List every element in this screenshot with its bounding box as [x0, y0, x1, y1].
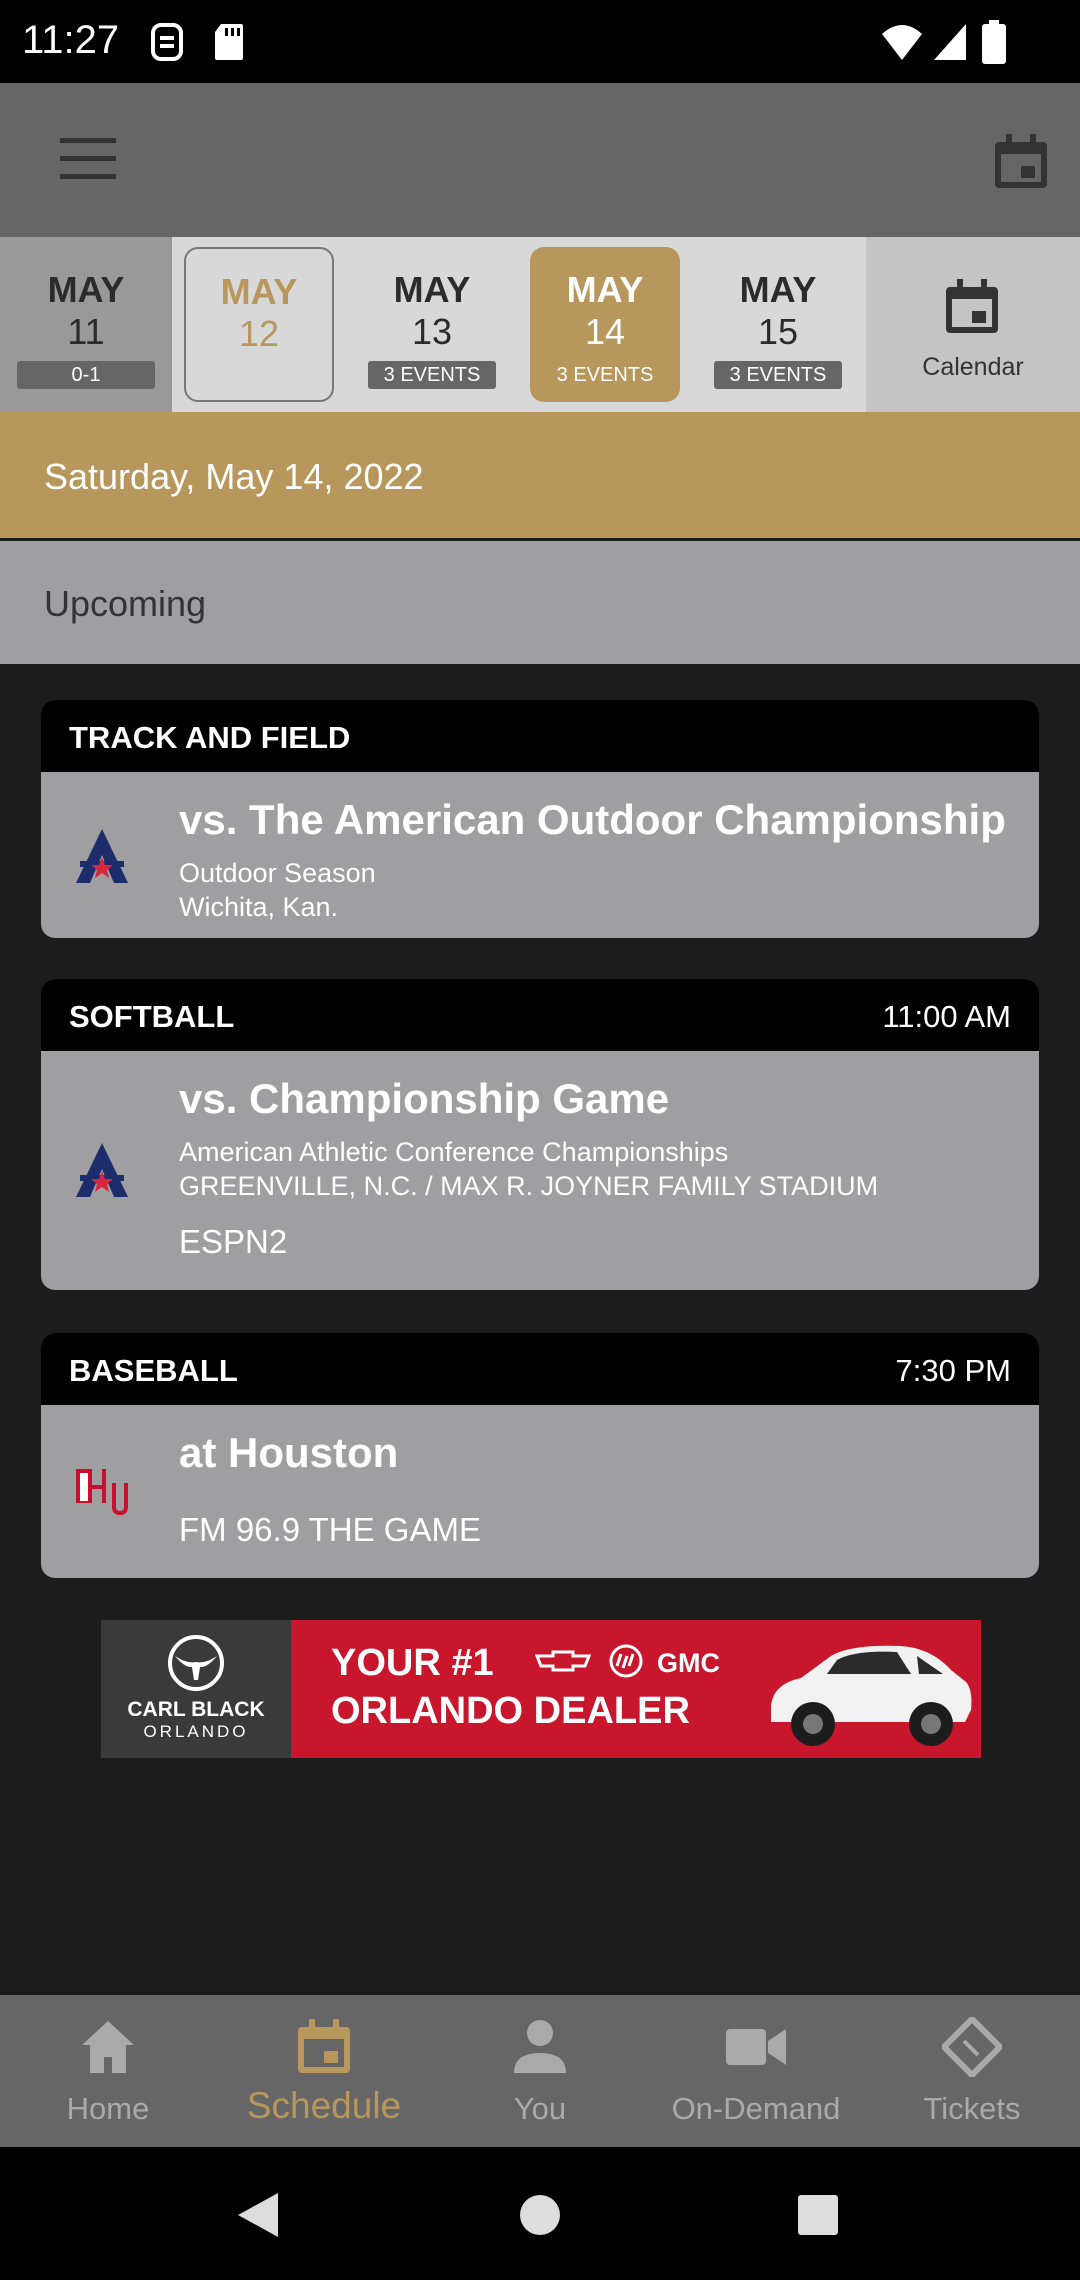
- date-tab-may-14[interactable]: MAY 14 3 EVENTS: [530, 247, 680, 402]
- nav-tickets[interactable]: Tickets: [864, 1995, 1080, 2147]
- event-card-header: SOFTBALL 11:00 AM: [41, 979, 1039, 1051]
- event-sport: TRACK AND FIELD: [69, 720, 351, 755]
- event-card-body: vs. The American Outdoor Championship Ou…: [41, 772, 1039, 938]
- calendar-button-label: Calendar: [922, 353, 1024, 381]
- event-location: Wichita, Kan.: [179, 892, 339, 922]
- ad-brand-line2: ORLANDO: [143, 1722, 249, 1741]
- person-icon: [514, 2020, 566, 2073]
- event-card-track[interactable]: TRACK AND FIELD vs. The American Outdoor…: [41, 700, 1039, 938]
- date-heading: Saturday, May 14, 2022: [0, 412, 1080, 540]
- event-sport: SOFTBALL: [69, 999, 235, 1034]
- event-title: vs. The American Outdoor Championship: [179, 796, 1006, 843]
- event-subtitle: Outdoor Season: [179, 858, 376, 888]
- bottom-nav: Home Schedule You On-Demand Tickets: [0, 1995, 1080, 2147]
- buick-logo-icon: [609, 1644, 643, 1678]
- date-tab-badge: 3 EVENTS: [368, 361, 496, 389]
- video-icon: [726, 2029, 786, 2065]
- recents-icon[interactable]: [798, 2195, 838, 2235]
- event-title: vs. Championship Game: [179, 1075, 670, 1122]
- nav-label: Tickets: [923, 2091, 1021, 2126]
- battery-icon: [982, 20, 1006, 64]
- date-tab-may-11[interactable]: MAY 11 0-1: [11, 247, 161, 402]
- event-card-softball[interactable]: SOFTBALL 11:00 AM vs. Championship Game …: [41, 979, 1039, 1290]
- date-tab-day: 13: [411, 311, 453, 352]
- date-heading-text: Saturday, May 14, 2022: [44, 456, 424, 497]
- date-tab-month: MAY: [739, 269, 817, 310]
- chevrolet-logo-icon: [535, 1650, 591, 1672]
- nav-label: Home: [66, 2091, 150, 2126]
- event-time: 7:30 PM: [895, 1353, 1011, 1388]
- nav-home[interactable]: Home: [0, 1995, 216, 2147]
- event-location: GREENVILLE, N.C. / MAX R. JOYNER FAMILY …: [179, 1171, 879, 1201]
- date-tab-month: MAY: [47, 269, 125, 310]
- date-tab-month: MAY: [220, 271, 298, 312]
- date-tab-day: 14: [584, 311, 626, 352]
- section-header: Upcoming: [0, 541, 1080, 664]
- menu-icon[interactable]: [60, 138, 116, 180]
- longhorn-logo-icon: [168, 1635, 224, 1691]
- home-button-icon[interactable]: [518, 2193, 562, 2237]
- system-nav-bar: [0, 2147, 1080, 2280]
- status-time: 11:27: [22, 18, 120, 62]
- event-broadcast: FM 96.9 THE GAME: [179, 1511, 481, 1548]
- home-icon: [82, 2021, 134, 2073]
- nav-schedule[interactable]: Schedule: [216, 1995, 432, 2147]
- ad-brand-line1: CARL BLACK: [127, 1698, 265, 1721]
- date-tab-day: 15: [757, 311, 799, 352]
- sd-card-icon: [215, 24, 243, 60]
- event-subtitle: American Athletic Conference Championshi…: [179, 1137, 729, 1167]
- event-broadcast: ESPN2: [179, 1223, 288, 1260]
- date-tab-badge: 0-1: [17, 361, 155, 389]
- event-time: 11:00 AM: [882, 999, 1011, 1034]
- event-sport: BASEBALL: [69, 1353, 238, 1388]
- date-tab-may-13[interactable]: MAY 13 3 EVENTS: [357, 247, 507, 402]
- date-tab-badge: 3 EVENTS: [714, 361, 842, 389]
- app-bar: [0, 83, 1080, 237]
- ad-brand-panel: CARL BLACK ORLANDO: [101, 1620, 291, 1758]
- date-tab-may-12[interactable]: MAY 12: [184, 247, 334, 402]
- date-tab-day: 11: [67, 311, 105, 352]
- aac-logo-icon: [76, 1143, 128, 1197]
- ad-banner[interactable]: CARL BLACK ORLANDO YOUR #1 GMC ORLANDO D…: [101, 1620, 981, 1758]
- calendar-icon: [946, 279, 998, 333]
- date-strip: MAY 11 0-1 MAY 12 MAY 13 3 EVENTS MAY 14…: [0, 237, 1080, 412]
- date-tab-day: 12: [238, 313, 280, 354]
- calendar-icon: [298, 2019, 350, 2073]
- event-card-body: at Houston FM 96.9 THE GAME: [41, 1405, 1039, 1578]
- ad-headline-brand: GMC: [657, 1648, 720, 1678]
- event-title: at Houston: [179, 1429, 399, 1476]
- event-card-body: vs. Championship Game American Athletic …: [41, 1051, 1039, 1290]
- status-bar: 11:27: [0, 0, 1080, 83]
- nav-on-demand[interactable]: On-Demand: [648, 1995, 864, 2147]
- nav-label: You: [513, 2091, 567, 2126]
- date-tab-may-15[interactable]: MAY 15 3 EVENTS: [703, 247, 853, 402]
- nav-label: Schedule: [246, 2085, 402, 2126]
- houston-logo-icon: [76, 1469, 128, 1515]
- ad-headline-1: YOUR #1: [331, 1642, 494, 1684]
- wifi-icon: [882, 25, 922, 60]
- car-image: [771, 1645, 972, 1746]
- nav-you[interactable]: You: [432, 1995, 648, 2147]
- date-tab-month: MAY: [566, 269, 644, 310]
- sim-icon: [151, 23, 183, 61]
- signal-icon: [934, 24, 966, 60]
- calendar-button[interactable]: Calendar: [866, 237, 1080, 412]
- back-icon[interactable]: [236, 2191, 280, 2239]
- event-card-header: TRACK AND FIELD: [41, 700, 1039, 772]
- section-label: Upcoming: [44, 583, 207, 624]
- event-card-baseball[interactable]: BASEBALL 7:30 PM at Houston FM 96.9 THE …: [41, 1333, 1039, 1578]
- calendar-icon[interactable]: [993, 134, 1049, 190]
- ticket-icon: [942, 2017, 1002, 2077]
- aac-logo-icon: [76, 829, 128, 883]
- ad-headline-2: ORLANDO DEALER: [331, 1690, 690, 1732]
- date-tab-month: MAY: [393, 269, 471, 310]
- nav-label: On-Demand: [671, 2091, 841, 2126]
- date-tab-badge: 3 EVENTS: [556, 364, 654, 386]
- event-card-header: BASEBALL 7:30 PM: [41, 1333, 1039, 1405]
